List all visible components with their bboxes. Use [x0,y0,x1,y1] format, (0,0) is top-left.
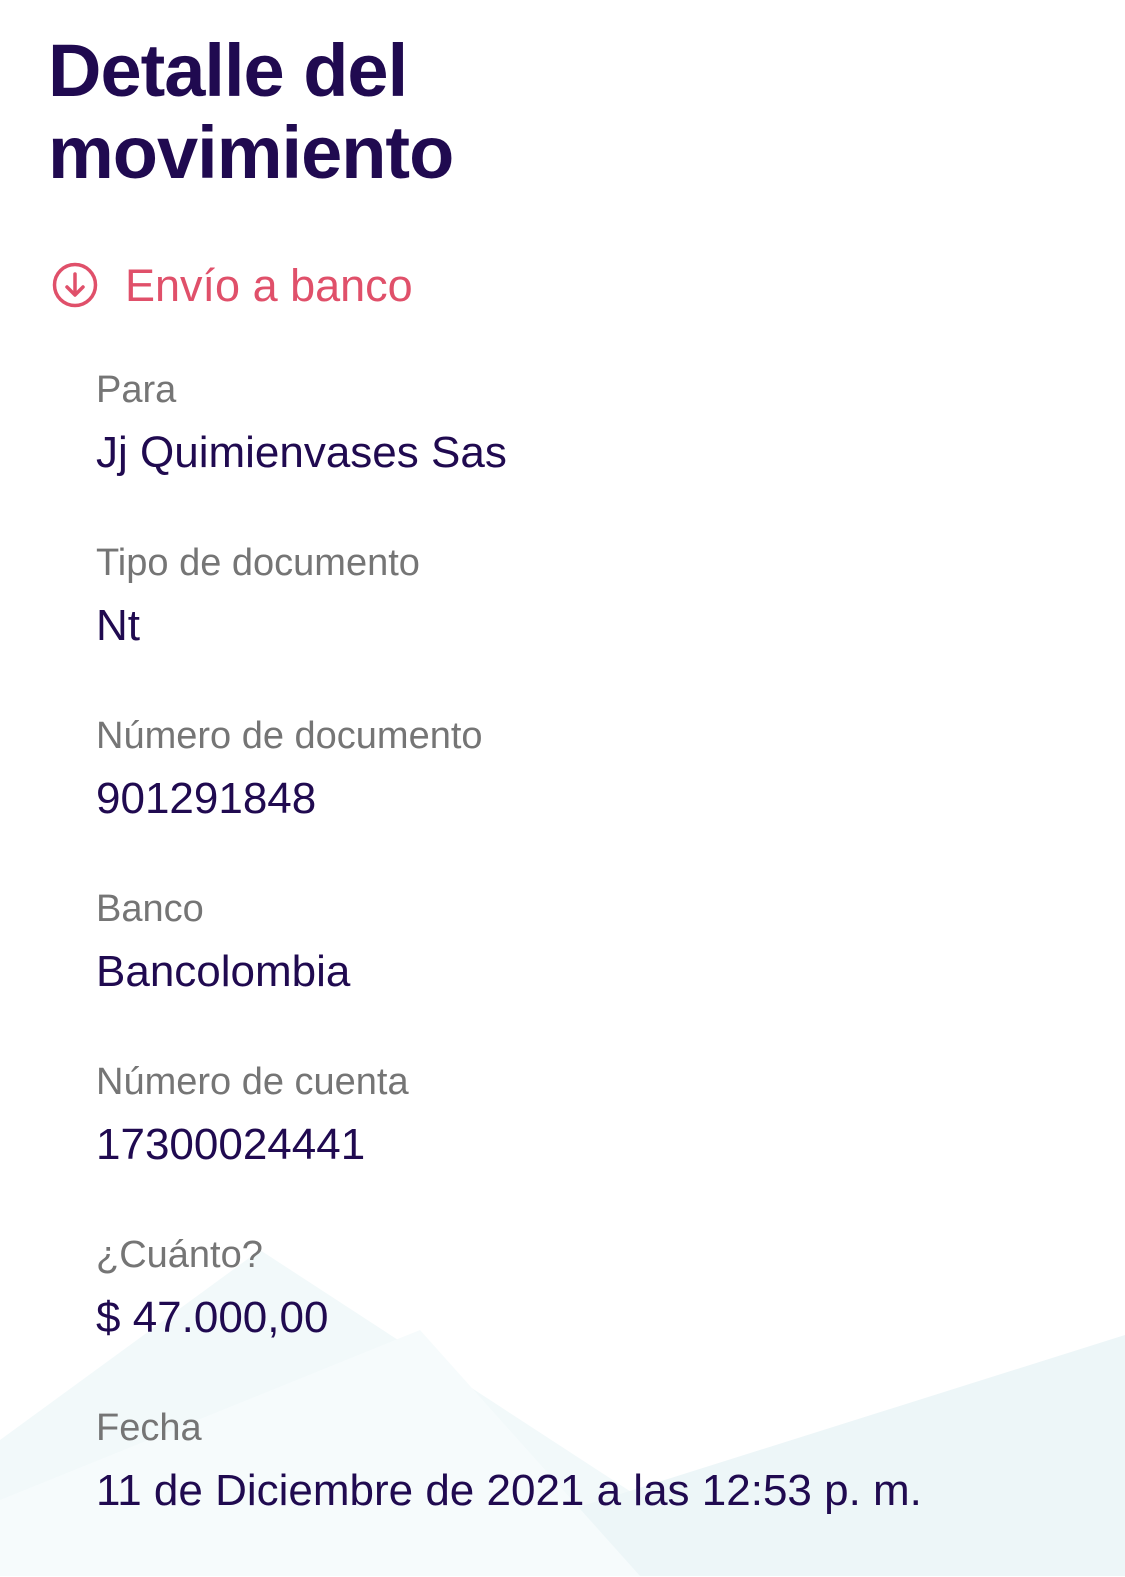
arrow-down-circle-icon [52,262,98,308]
detail-label: Tipo de documento [96,542,420,584]
detail-bank: Banco Bancolombia [96,885,1056,1058]
page-title: Detalle del movimiento [48,30,748,194]
movement-type-label: Envío a banco [125,259,413,311]
detail-date: Fecha 11 de Diciembre de 2021 a las 12:5… [96,1404,1056,1577]
detail-value: Bancolombia [96,947,351,996]
details-list: Para Jj Quimienvases Sas Tipo de documen… [96,366,1056,1577]
detail-amount: ¿Cuánto? $ 47.000,00 [96,1231,1056,1404]
detail-document-number: Número de documento 901291848 [96,712,1056,885]
detail-label: Número de documento [96,715,483,757]
detail-recipient: Para Jj Quimienvases Sas [96,366,1056,539]
detail-account-number: Número de cuenta 17300024441 [96,1058,1056,1231]
page-title-line-2: movimiento [48,111,454,194]
detail-label: Para [96,369,177,411]
detail-label: Número de cuenta [96,1061,409,1103]
detail-label: Banco [96,888,204,930]
detail-label: Fecha [96,1407,202,1449]
detail-document-type: Tipo de documento Nt [96,539,1056,712]
detail-value: 901291848 [96,774,317,823]
detail-value: Jj Quimienvases Sas [96,428,507,477]
movement-type: Envío a banco [52,250,413,320]
detail-value: $ 47.000,00 [96,1293,329,1342]
detail-value: 11 de Diciembre de 2021 a las 12:53 p. m… [96,1466,922,1515]
detail-label: ¿Cuánto? [96,1234,263,1276]
page-title-line-1: Detalle del [48,29,408,112]
detail-value: Nt [96,601,140,650]
detail-value: 17300024441 [96,1120,366,1169]
